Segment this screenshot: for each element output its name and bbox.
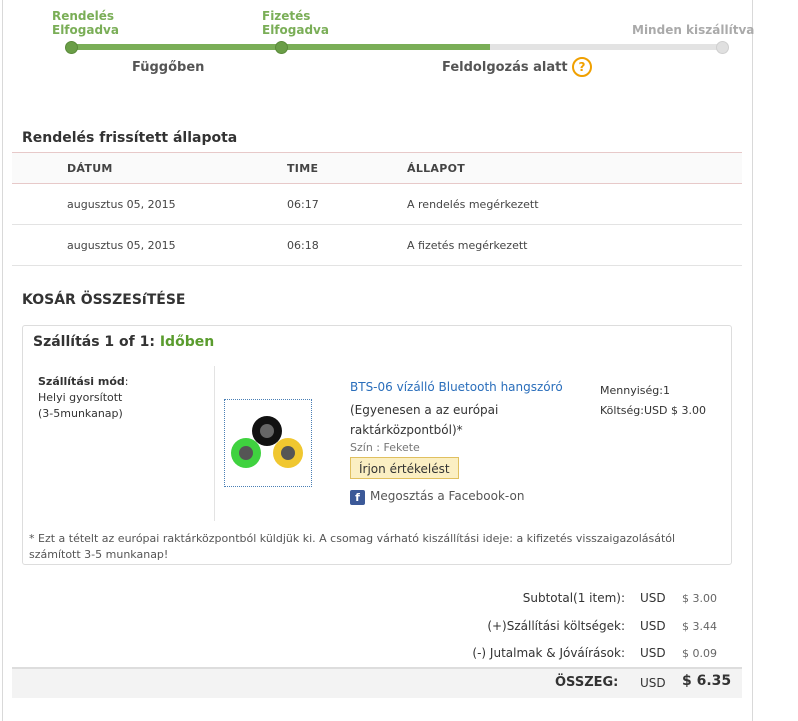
row-time: 06:18 <box>287 239 319 252</box>
step-payment-accepted-label: Fizetés Elfogadva <box>262 9 329 37</box>
shipment-status: Időben <box>159 334 215 350</box>
shipping-method-label: Szállítási mód <box>38 375 125 388</box>
shipping-method-colon: : <box>124 375 129 388</box>
product-name-link[interactable]: BTS-06 vízálló Bluetooth hangszóró <box>350 380 563 394</box>
step-payment-dot <box>275 41 288 54</box>
grand-total-label: ÖSSZEG: <box>555 675 619 690</box>
shipment-prefix: Szállítás 1 of 1: <box>33 334 155 350</box>
vertical-divider <box>214 366 215 521</box>
credits-value: $ 0.09 <box>682 647 717 660</box>
credits-currency: USD <box>640 646 666 660</box>
shipping-method-line1: Helyi gyorsított <box>38 391 123 404</box>
grand-total-currency: USD <box>640 676 666 690</box>
subtotal-currency: USD <box>640 591 666 605</box>
step-order-line1: Rendelés <box>52 9 115 23</box>
shipment-box: Szállítás 1 of 1: Időben Szállítási mód:… <box>22 325 732 565</box>
step-order-line2: Elfogadva <box>52 23 119 37</box>
progress-track-pending <box>490 44 722 50</box>
header-status: ÁLLAPOT <box>407 162 466 175</box>
stage-pending: Függőben <box>132 60 205 75</box>
shipping-footnote: * Ezt a tételt az európai raktárközpontb… <box>29 532 676 561</box>
facebook-share-link[interactable]: Megosztás a Facebook-on <box>370 489 524 503</box>
shipment-title: Szállítás 1 of 1: Időben <box>33 334 214 350</box>
shipping-cost-value: $ 3.44 <box>682 620 717 633</box>
product-thumbnail[interactable] <box>224 399 312 487</box>
header-time: TIME <box>287 162 319 175</box>
shipping-method-label-line: Szállítási mód: <box>38 374 129 390</box>
step-shipped-dot <box>716 41 729 54</box>
row-status: A fizetés megérkezett <box>407 239 528 252</box>
shipping-method-line2: (3-5munkanap) <box>38 407 123 420</box>
right-frame-line <box>752 0 753 721</box>
question-circle-icon[interactable]: ? <box>572 57 592 77</box>
row-date: augusztus 05, 2015 <box>67 198 176 211</box>
shipping-cost-currency: USD <box>640 619 666 633</box>
step-shipped-label: Minden kiszállítva <box>632 23 755 37</box>
row-time: 06:17 <box>287 198 319 211</box>
quantity-cost: Mennyiség:1 Költség:USD $ 3.00 <box>600 381 706 421</box>
cart-title: KOSÁR ÖSSZESíTÉSE <box>22 292 186 308</box>
product-note: (Egyenesen a az európai raktárközpontból… <box>350 403 499 437</box>
stage-processing: Feldolgozás alatt <box>442 60 568 75</box>
row-status: A rendelés megérkezett <box>407 198 539 211</box>
write-review-button[interactable]: Írjon értékelést <box>350 457 459 479</box>
status-table: DÁTUM TIME ÁLLAPOT augusztus 05, 2015 06… <box>12 152 742 266</box>
grand-total-value: $ 6.35 <box>682 673 732 689</box>
step-payment-line2: Elfogadva <box>262 23 329 37</box>
left-frame-line <box>2 0 3 721</box>
facebook-icon[interactable]: f <box>350 490 365 505</box>
subtotal-label: Subtotal(1 item): <box>522 591 625 605</box>
speaker-image <box>231 416 303 468</box>
credits-label: (-) Jutalmak & Jóváírások: <box>472 646 625 660</box>
step-order-dot <box>65 41 78 54</box>
shipping-method: Szállítási mód: Helyi gyorsított (3-5mun… <box>38 374 129 422</box>
table-row: augusztus 05, 2015 06:17 A rendelés megé… <box>12 184 742 225</box>
status-table-header: DÁTUM TIME ÁLLAPOT <box>12 152 742 184</box>
status-section-title: Rendelés frissített állapota <box>22 130 238 146</box>
row-date: augusztus 05, 2015 <box>67 239 176 252</box>
step-payment-line1: Fizetés <box>262 9 311 23</box>
cost: Költség:USD $ 3.00 <box>600 404 706 417</box>
quantity: Mennyiség:1 <box>600 384 670 397</box>
product-color: Szín : Fekete <box>350 441 420 454</box>
table-row: augusztus 05, 2015 06:18 A fizetés megér… <box>12 225 742 266</box>
subtotal-value: $ 3.00 <box>682 592 717 605</box>
header-date: DÁTUM <box>67 162 113 175</box>
grand-total-bar <box>12 667 742 698</box>
shipping-cost-label: (+)Szállítási költségek: <box>487 619 625 633</box>
step-order-accepted-label: Rendelés Elfogadva <box>52 9 119 37</box>
